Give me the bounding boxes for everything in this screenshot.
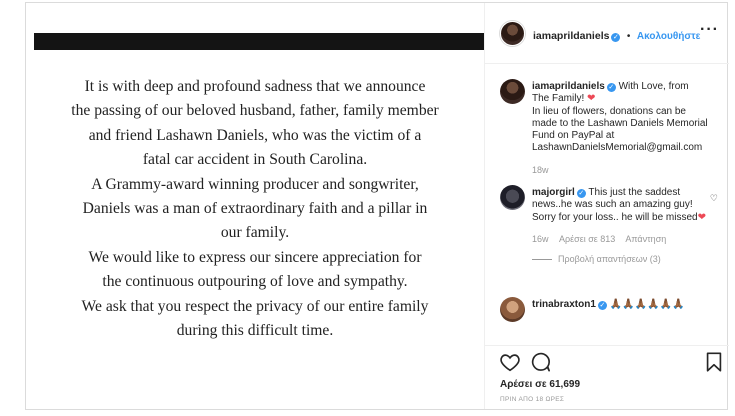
avatar[interactable] (500, 297, 525, 322)
statement-line: and friend Lashawn Daniels, who was the … (88, 126, 422, 144)
comment-meta: 16w Αρέσει σε 813 Απάντηση (532, 233, 708, 245)
reply-button[interactable]: Απάντηση (625, 234, 666, 244)
post-frame: It is with deep and profound sadness tha… (25, 2, 729, 410)
verified-icon: ✓ (606, 83, 616, 92)
caption-body: iamaprildaniels ✓ With Love, from The Fam… (532, 81, 708, 176)
statement-line: the passing of our beloved husband, fath… (71, 102, 439, 120)
caption-username[interactable]: iamaprildaniels (532, 81, 605, 92)
avatar[interactable] (500, 185, 525, 210)
statement-line: during this difficult time. (176, 322, 334, 340)
action-bar: Αρέσει σε 61,699 ΠΡΙΝ ΑΠΟ 18 ΩΡΕΣ (485, 345, 729, 409)
avatar[interactable] (500, 79, 525, 104)
heart-emoji: ❤ (697, 211, 707, 223)
post-time[interactable]: ΠΡΙΝ ΑΠΟ 18 ΩΡΕΣ (500, 396, 564, 403)
header-username[interactable]: iamaprildaniels (533, 30, 609, 42)
post-header: iamaprildaniels ✓ • Ακολουθήστε ··· (485, 3, 729, 64)
header-user: iamaprildaniels ✓ • Ακολουθήστε (533, 26, 700, 44)
bookmark-icon[interactable] (703, 351, 725, 373)
comment-text: 🙏🏾🙏🏾🙏🏾🙏🏾🙏🏾🙏🏾 (609, 299, 685, 310)
statement-line: our family. (220, 224, 290, 242)
comment-body: trinabraxton1 ✓ 🙏🏾🙏🏾🙏🏾🙏🏾🙏🏾🙏🏾 (532, 299, 708, 311)
statement-text: It is with deep and profound sadness tha… (30, 75, 480, 343)
side-panel: iamaprildaniels ✓ • Ακολουθήστε ··· iamap… (484, 3, 729, 409)
likes-count[interactable]: Αρέσει σε 61,699 (500, 379, 580, 390)
comment-username[interactable]: trinabraxton1 (532, 299, 596, 310)
view-replies[interactable]: Προβολή απαντήσεων (3) (532, 253, 708, 265)
statement-line: We ask that you respect the privacy of o… (81, 297, 429, 315)
comment-body: majorgirl ✓ This just the saddest news..h… (532, 187, 708, 265)
post-image[interactable]: It is with deep and profound sadness tha… (26, 3, 484, 409)
caption-time[interactable]: 18w (532, 165, 549, 175)
heart-outline-icon[interactable]: ♡ (710, 193, 718, 204)
caption-meta: 18w (532, 164, 708, 176)
separator: • (626, 31, 631, 42)
image-header-band (34, 33, 484, 50)
verified-icon: ✓ (576, 189, 586, 198)
heart-emoji: ❤ (587, 93, 596, 105)
statement-line: the continuous outpouring of love and sy… (102, 273, 408, 291)
comment-username[interactable]: majorgirl (532, 187, 575, 198)
statement-line: fatal car accident in South Carolina. (142, 151, 368, 169)
statement-line: It is with deep and profound sadness tha… (84, 78, 426, 95)
statement-line: A Grammy-award winning producer and song… (91, 175, 419, 193)
replies-line (532, 259, 552, 261)
comment-likes[interactable]: Αρέσει σε 813 (559, 234, 615, 244)
more-icon[interactable]: ··· (700, 21, 719, 39)
statement-line: Daniels was a man of extraordinary faith… (82, 200, 428, 218)
comment-icon[interactable] (529, 351, 551, 373)
comments-list[interactable]: iamaprildaniels ✓ With Love, from The Fam… (485, 65, 729, 345)
like-heart-icon[interactable] (499, 351, 521, 373)
verified-icon: ✓ (597, 301, 607, 310)
statement-line: We would like to express our sincere app… (88, 248, 422, 266)
follow-button[interactable]: Ακολουθήστε (637, 31, 701, 42)
caption-text-2: In lieu of flowers, donations can be mad… (532, 105, 708, 154)
view-replies-label: Προβολή απαντήσεων (3) (558, 254, 661, 265)
verified-icon: ✓ (611, 33, 621, 42)
avatar[interactable] (500, 21, 525, 46)
comment-time[interactable]: 16w (532, 234, 549, 244)
